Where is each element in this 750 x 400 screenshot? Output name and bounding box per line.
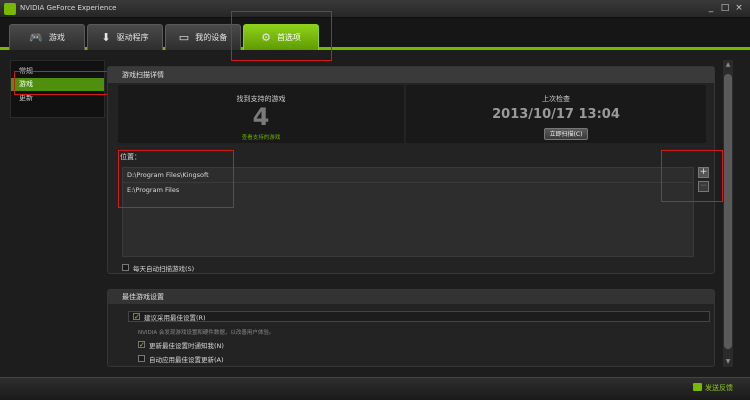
recommend-checkbox[interactable]: ✓ (133, 313, 140, 321)
nvidia-logo-icon (4, 3, 16, 15)
highlight-box-games-item (14, 71, 109, 95)
maximize-button[interactable]: □ (720, 3, 730, 13)
recommend-row: ✓ 建议采用最佳设置(R) (128, 311, 710, 322)
games-found-box: 找到支持的游戏 4 查看支持的游戏 (118, 85, 404, 143)
notify-update-label: 更新最佳设置时通知我(N) (149, 342, 224, 350)
download-icon: ⬇ (101, 31, 111, 44)
bottom-bar (0, 377, 750, 400)
auto-scan-checkbox[interactable] (122, 264, 129, 271)
vertical-scrollbar[interactable]: ▲ ▼ (723, 60, 733, 367)
games-found-count: 4 (252, 103, 270, 131)
tab-drivers-label: 驱动程序 (116, 33, 149, 42)
scroll-down-icon[interactable]: ▼ (723, 357, 733, 367)
auto-scan-label: 每天自动扫描游戏(S) (133, 265, 195, 273)
tab-my-rig[interactable]: ▭ 我的设备 (165, 24, 241, 50)
close-button[interactable]: × (734, 3, 744, 13)
gamepad-icon: 🎮 (29, 31, 43, 44)
tab-games-label: 游戏 (48, 33, 65, 42)
auto-apply-label: 自动应用最佳设置更新(A) (149, 356, 224, 364)
game-scan-panel-title: 游戏扫描详情 (108, 67, 714, 83)
minimize-button[interactable]: _ (706, 3, 716, 13)
title-bar: NVIDIA GeForce Experience _ □ × (0, 0, 750, 18)
last-check-label: 上次检查 (542, 95, 570, 103)
auto-apply-checkbox[interactable] (138, 355, 145, 362)
tab-games[interactable]: 🎮 游戏 (9, 24, 85, 50)
feedback-link[interactable]: 发送反馈 (705, 383, 733, 393)
highlight-box-locations (118, 150, 234, 208)
tab-my-rig-label: 我的设备 (195, 33, 228, 42)
scrollbar-thumb[interactable] (724, 74, 732, 349)
tab-drivers[interactable]: ⬇ 驱动程序 (87, 24, 163, 50)
monitor-icon: ▭ (178, 31, 190, 44)
highlight-box-preferences-tab (231, 11, 332, 61)
optimal-settings-title: 最佳游戏设置 (108, 290, 714, 304)
highlight-box-add-remove (661, 150, 723, 202)
main-tab-bar: 🎮 游戏 ⬇ 驱动程序 ▭ 我的设备 ⚙ 首选项 (0, 18, 750, 50)
optimal-settings-hint: NVIDIA 会发现游戏设置和硬件数据，以改善用户体验。 (138, 330, 275, 336)
scan-now-button[interactable]: 立即扫描(C) (544, 128, 588, 140)
optimal-settings-panel: 最佳游戏设置 ✓ 建议采用最佳设置(R) NVIDIA 会发现游戏设置和硬件数据… (107, 289, 715, 367)
notify-update-checkbox[interactable]: ✓ (138, 341, 145, 349)
supported-games-link[interactable]: 查看支持的游戏 (118, 133, 404, 141)
window-title: NVIDIA GeForce Experience (20, 4, 117, 12)
feedback-icon[interactable] (693, 383, 702, 391)
recommend-label: 建议采用最佳设置(R) (144, 314, 206, 322)
last-check-date: 2013/10/17 13:04 (492, 107, 620, 122)
scroll-up-icon[interactable]: ▲ (723, 60, 733, 70)
